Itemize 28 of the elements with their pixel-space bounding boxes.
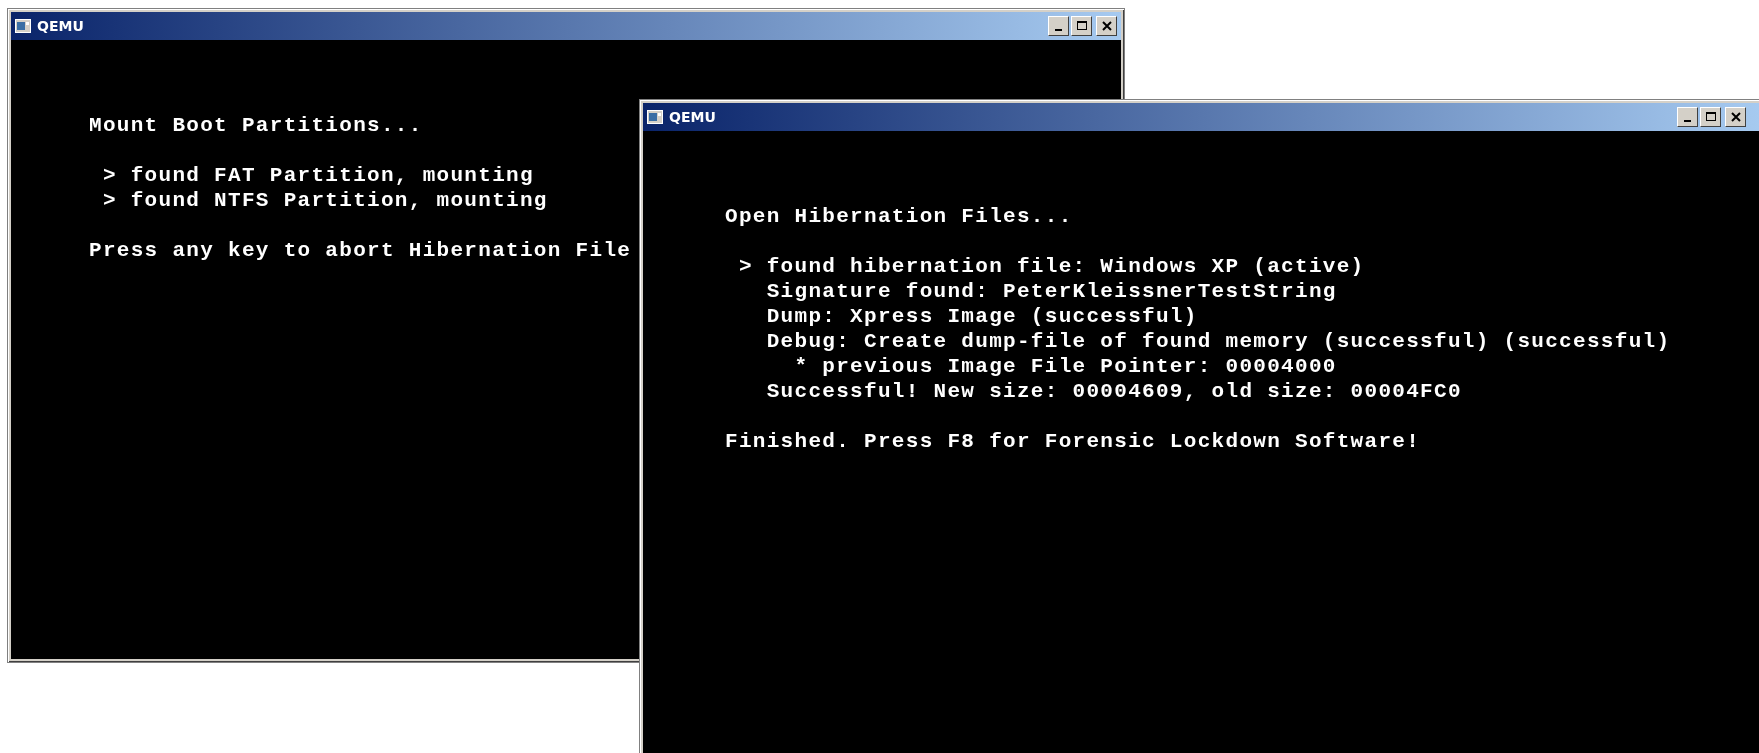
console-line: Press any key to abort Hibernation File [89, 238, 632, 263]
console-line: Mount Boot Partitions... [89, 113, 423, 138]
console-line: Successful! New size: 00004609, old size: 00004FC0 [765, 379, 1462, 404]
console-line: Signature found: PeterKleissnerTestString [765, 279, 1337, 304]
console-line: Finished. Press F8 for Forensic Lockdown Software! [725, 429, 1421, 454]
window-icon [15, 19, 31, 33]
console-line: > found hibernation file: Windows XP (active) [737, 254, 1365, 279]
window-title: QEMU [37, 18, 84, 34]
minimize-icon [1055, 28, 1062, 31]
console-line: > found NTFS Partition, mounting [101, 188, 548, 213]
close-button[interactable] [1725, 107, 1746, 127]
close-icon [1730, 112, 1741, 122]
maximize-icon [1076, 21, 1087, 31]
minimize-button[interactable] [1677, 107, 1698, 127]
maximize-icon [1705, 112, 1716, 122]
minimize-icon [1684, 119, 1691, 122]
console-line: Open Hibernation Files... [725, 204, 1073, 229]
window-title: QEMU [669, 109, 716, 125]
window-icon [647, 110, 663, 124]
maximize-button[interactable] [1071, 16, 1092, 36]
maximize-button[interactable] [1700, 107, 1721, 127]
console-line: Dump: Xpress Image (successful) [765, 304, 1198, 329]
minimize-button[interactable] [1048, 16, 1069, 36]
console-line: > found FAT Partition, mounting [101, 163, 534, 188]
close-button[interactable] [1096, 16, 1117, 36]
close-icon [1101, 21, 1112, 31]
console-line: Debug: Create dump-file of found memory (successful) (successful) [765, 329, 1671, 354]
console-line: * previous Image File Pointer: 00004000 [793, 354, 1337, 379]
